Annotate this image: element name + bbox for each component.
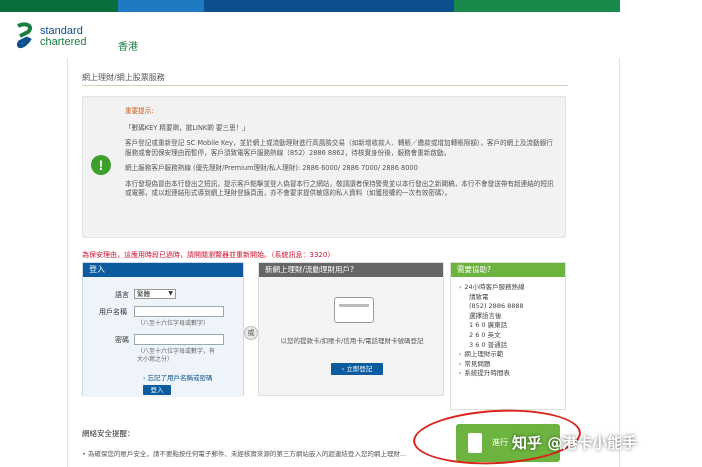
login-button[interactable]: 登入 xyxy=(143,385,171,395)
region-label: 香港 xyxy=(118,42,138,53)
login-panel: 登入 語言 繁體 ▼ 用戶名稱 （八至十六位字母或數字） 密碼 （八至十六位字母或… xyxy=(82,262,244,397)
hotline-line: 請致電 xyxy=(469,292,489,301)
hotline-line: 2 6 0 英文 xyxy=(469,330,501,339)
register-panel: 新網上理財/流動理財用戶? 以您的提款卡/扣賬卡/信用卡/電話理財卡號碼登記 ›… xyxy=(258,262,444,396)
top-color-bar xyxy=(0,0,620,12)
security-reminder-title: 網絡安全提醒： xyxy=(82,429,135,438)
bank-logo[interactable]: standard chartered xyxy=(14,22,86,52)
username-input[interactable] xyxy=(134,306,224,317)
arrow-right-icon: › xyxy=(459,351,462,359)
arrow-right-icon: › xyxy=(459,370,462,378)
password-hint: （八至十六位字母或數字，有 大小寫之分） xyxy=(137,348,216,363)
help-panel: 需要協助? › 24小時客戶服務熱線 請致電 (852) 2886 8888 選… xyxy=(450,262,566,410)
hotline-heading: › 24小時客戶服務熱線 xyxy=(459,283,525,291)
notice-paragraph: 客戶登記或重新登記 SC Mobile Key，並於網上或流動理財進行高風險交易… xyxy=(125,139,553,157)
or-divider: 或 xyxy=(244,326,258,340)
notice-paragraph: 網上服務客戶服務熱線 (優先理財/Premium理財/私人理財): 2886 6… xyxy=(125,164,418,172)
title-divider xyxy=(82,85,568,86)
register-panel-title: 新網上理財/流動理財用戶? xyxy=(259,263,443,277)
arrow-right-icon: › xyxy=(459,360,462,368)
arrow-right-icon: › xyxy=(459,284,462,291)
hotline-line: 3 6 0 普通話 xyxy=(469,340,508,349)
page-title: 網上理財/網上股票服務 xyxy=(82,73,165,82)
register-now-button[interactable]: › 立即登記 xyxy=(331,363,383,375)
hotline-line: 選擇語言後 xyxy=(469,311,502,320)
hotline-line: (852) 2886 8888 xyxy=(469,302,524,311)
bank-card-icon xyxy=(334,297,374,323)
notice-body: 重要提示: 「數碼KEY 精要啲，撳LINK啲 要三思！」 客戶登記或重新登記 … xyxy=(125,107,559,205)
logo-text: standard chartered xyxy=(40,25,87,48)
help-link-faq[interactable]: › 常見問題 xyxy=(459,360,559,370)
password-input[interactable] xyxy=(134,334,224,345)
watermark: 知乎 @港卡小能手 xyxy=(512,434,638,452)
notice-title: 重要提示: xyxy=(125,107,154,115)
username-label: 用戶名稱 xyxy=(99,308,127,316)
notice-paragraph: 「數碼KEY 精要啲，撳LINK啲 要三思！」 xyxy=(125,123,249,132)
language-select[interactable]: 繁體 ▼ xyxy=(134,289,176,299)
help-panel-title: 需要協助? xyxy=(451,263,565,277)
hotline-line: 1 6 0 廣東話 xyxy=(469,321,508,330)
exclamation-icon: ! xyxy=(91,155,111,175)
notice-paragraph: 本行發現偽冒由本行發出之短訊，提示客戶點擊並登入偽冒本行之網站，敬請讀者保持警覺… xyxy=(125,179,554,198)
logo-mark-icon xyxy=(17,22,33,49)
language-label: 語言 xyxy=(115,291,129,299)
arrow-right-icon: › xyxy=(143,375,146,382)
help-link-maintenance[interactable]: › 系統提升時間表 xyxy=(459,369,559,379)
username-hint: （八至十六位字母或數字） xyxy=(137,320,210,327)
security-reminder-text: • 為確保您的賬戶安全，請不要點按任何電子郵件、未經核實來源的第三方網站嵌入的超… xyxy=(82,450,407,458)
password-label: 密碼 xyxy=(115,336,129,344)
chevron-down-icon: ▼ xyxy=(168,290,173,297)
forgot-credentials-link[interactable]: › 忘記了用戶名稱或密碼 xyxy=(143,372,212,382)
help-link-demo[interactable]: › 網上理財示範 xyxy=(459,350,559,360)
register-description: 以您的提款卡/扣賬卡/信用卡/電話理財卡號碼登記 xyxy=(280,337,424,345)
session-warning: 為保安理由，這應用時段已過時，請開閱瀏覽器並重新開始。（系統訊息：3320） xyxy=(82,251,335,259)
important-notice: ! 重要提示: 「數碼KEY 精要啲，撳LINK啲 要三思！」 客戶登記或重新登… xyxy=(82,96,566,238)
login-panel-title: 登入 xyxy=(83,263,243,277)
